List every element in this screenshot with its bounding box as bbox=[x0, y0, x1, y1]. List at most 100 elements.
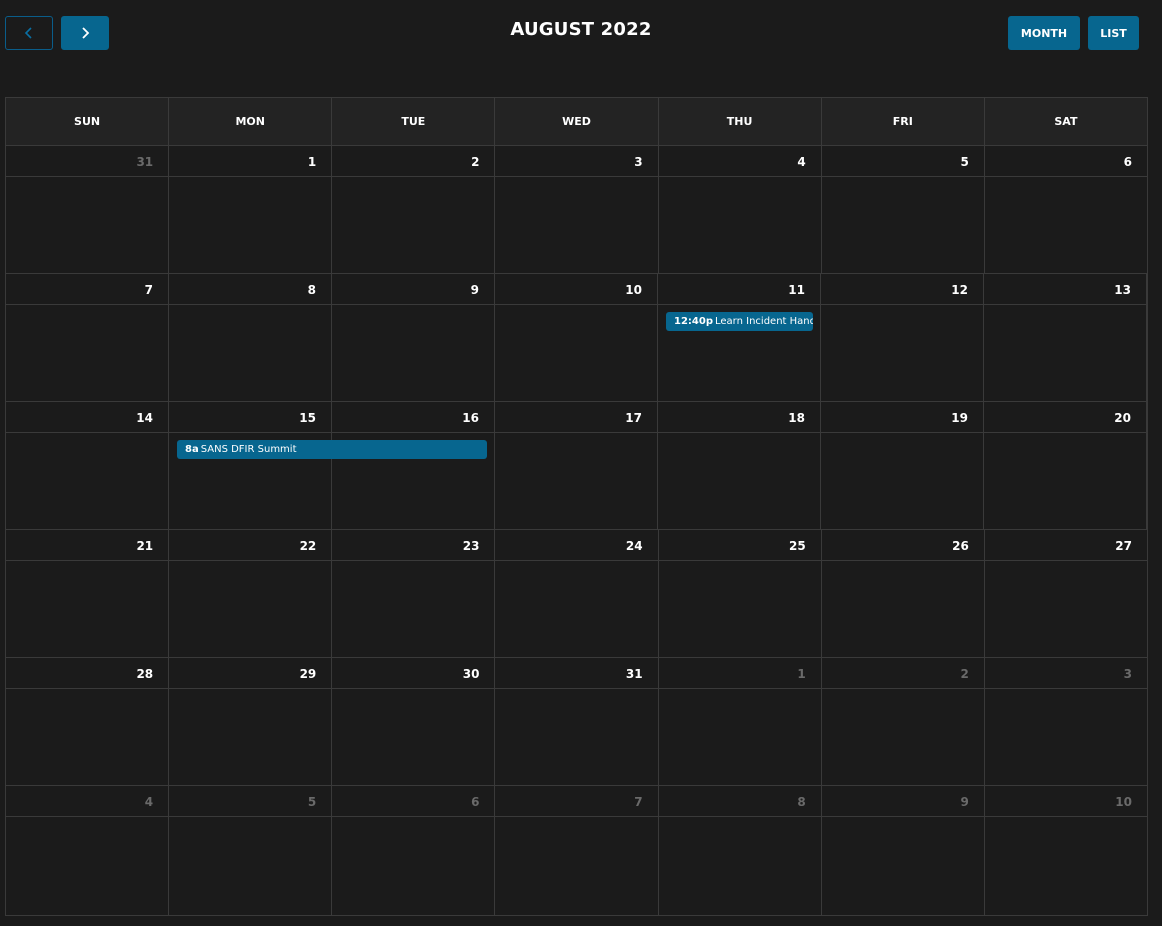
day-header: 29 bbox=[169, 658, 332, 689]
day-cell[interactable]: 21 bbox=[6, 530, 170, 657]
day-number[interactable]: 2 bbox=[960, 667, 968, 681]
day-number[interactable]: 31 bbox=[136, 155, 153, 169]
day-cell[interactable]: 19 bbox=[821, 402, 984, 529]
day-cell[interactable]: 26 bbox=[821, 530, 985, 657]
day-number[interactable]: 4 bbox=[145, 795, 153, 809]
day-cell[interactable]: 4 bbox=[6, 786, 170, 915]
day-number[interactable]: 6 bbox=[1124, 155, 1132, 169]
day-cell[interactable]: 7 bbox=[6, 274, 169, 401]
day-cell[interactable]: 29 bbox=[169, 658, 333, 785]
day-number[interactable]: 28 bbox=[136, 667, 153, 681]
day-number[interactable]: 9 bbox=[471, 283, 479, 297]
day-number[interactable]: 27 bbox=[1115, 539, 1132, 553]
day-header: 5 bbox=[821, 146, 984, 177]
day-cell[interactable]: 20 bbox=[984, 402, 1147, 529]
day-cell[interactable]: 5 bbox=[821, 146, 985, 273]
day-cell[interactable]: 5 bbox=[169, 786, 333, 915]
calendar-event[interactable]: 8a SANS DFIR Summit bbox=[177, 440, 487, 459]
day-number[interactable]: 1 bbox=[308, 155, 316, 169]
day-number[interactable]: 16 bbox=[462, 411, 479, 425]
day-cell[interactable]: 31 bbox=[495, 658, 659, 785]
day-cell[interactable]: 16 bbox=[332, 402, 495, 529]
day-cell[interactable]: 22 bbox=[169, 530, 333, 657]
day-number[interactable]: 10 bbox=[625, 283, 642, 297]
day-number[interactable]: 10 bbox=[1115, 795, 1132, 809]
day-cell[interactable]: 31 bbox=[6, 146, 170, 273]
day-cell[interactable]: 17 bbox=[495, 402, 658, 529]
day-cell[interactable]: 1 bbox=[658, 658, 822, 785]
week-row: 21 22 23 24 25 26 27 bbox=[6, 530, 1147, 658]
day-cell[interactable]: 15 bbox=[169, 402, 332, 529]
day-number[interactable]: 8 bbox=[797, 795, 805, 809]
day-cell[interactable]: 1 bbox=[169, 146, 333, 273]
day-cell[interactable]: 27 bbox=[984, 530, 1147, 657]
day-number[interactable]: 8 bbox=[308, 283, 316, 297]
day-header: 17 bbox=[495, 402, 657, 433]
day-number[interactable]: 5 bbox=[308, 795, 316, 809]
day-cell[interactable]: 6 bbox=[984, 146, 1147, 273]
list-view-button[interactable]: LIST bbox=[1088, 16, 1139, 50]
day-number[interactable]: 3 bbox=[1124, 667, 1132, 681]
day-cell[interactable]: 23 bbox=[332, 530, 496, 657]
day-number[interactable]: 17 bbox=[625, 411, 642, 425]
day-number[interactable]: 9 bbox=[960, 795, 968, 809]
day-number[interactable]: 23 bbox=[463, 539, 480, 553]
day-cell[interactable]: 12 bbox=[821, 274, 984, 401]
day-cell[interactable]: 8 bbox=[658, 786, 822, 915]
day-header: 10 bbox=[495, 274, 657, 305]
day-number[interactable]: 1 bbox=[797, 667, 805, 681]
day-cell[interactable]: 28 bbox=[6, 658, 170, 785]
day-cell[interactable]: 14 bbox=[6, 402, 169, 529]
day-number[interactable]: 29 bbox=[300, 667, 317, 681]
day-header: 1 bbox=[658, 658, 821, 689]
day-cell[interactable]: 7 bbox=[495, 786, 659, 915]
day-cell[interactable]: 10 bbox=[984, 786, 1147, 915]
day-number[interactable]: 2 bbox=[471, 155, 479, 169]
day-number[interactable]: 14 bbox=[136, 411, 153, 425]
day-cell[interactable]: 13 bbox=[984, 274, 1147, 401]
day-cell[interactable]: 25 bbox=[658, 530, 822, 657]
day-number[interactable]: 22 bbox=[300, 539, 317, 553]
day-number[interactable]: 7 bbox=[634, 795, 642, 809]
day-number[interactable]: 18 bbox=[788, 411, 805, 425]
day-number[interactable]: 26 bbox=[952, 539, 969, 553]
day-number[interactable]: 4 bbox=[797, 155, 805, 169]
day-number[interactable]: 3 bbox=[634, 155, 642, 169]
weekday-sun: SUN bbox=[6, 98, 170, 145]
day-number[interactable]: 31 bbox=[626, 667, 643, 681]
weekday-sat: SAT bbox=[1054, 115, 1078, 128]
day-number[interactable]: 7 bbox=[145, 283, 153, 297]
day-number[interactable]: 6 bbox=[471, 795, 479, 809]
day-number[interactable]: 5 bbox=[960, 155, 968, 169]
day-number[interactable]: 11 bbox=[788, 283, 805, 297]
day-cell[interactable]: 3 bbox=[984, 658, 1147, 785]
day-cell[interactable]: 2 bbox=[821, 658, 985, 785]
day-header: 18 bbox=[658, 402, 820, 433]
day-cell[interactable]: 24 bbox=[495, 530, 659, 657]
day-cell[interactable]: 3 bbox=[495, 146, 659, 273]
day-cell[interactable]: 8 bbox=[169, 274, 332, 401]
day-number[interactable]: 25 bbox=[789, 539, 806, 553]
day-number[interactable]: 15 bbox=[299, 411, 316, 425]
calendar-event[interactable]: 12:40pLearn Incident Handling bbox=[666, 312, 813, 331]
day-number[interactable]: 12 bbox=[951, 283, 968, 297]
day-cell[interactable]: 11 bbox=[658, 274, 821, 401]
day-cell[interactable]: 9 bbox=[332, 274, 495, 401]
day-header: 9 bbox=[821, 786, 984, 817]
calendar-title: AUGUST 2022 bbox=[510, 19, 652, 40]
day-number[interactable]: 13 bbox=[1114, 283, 1131, 297]
day-number[interactable]: 30 bbox=[463, 667, 480, 681]
week-row: 7 8 9 10 11 12 13 12:40pLearn Incident Handling bbox=[6, 274, 1147, 402]
day-cell[interactable]: 4 bbox=[658, 146, 822, 273]
day-cell[interactable]: 18 bbox=[658, 402, 821, 529]
day-cell[interactable]: 30 bbox=[332, 658, 496, 785]
day-cell[interactable]: 6 bbox=[332, 786, 496, 915]
day-cell[interactable]: 10 bbox=[495, 274, 658, 401]
day-cell[interactable]: 9 bbox=[821, 786, 985, 915]
day-number[interactable]: 21 bbox=[136, 539, 153, 553]
day-number[interactable]: 19 bbox=[951, 411, 968, 425]
month-view-button[interactable]: MONTH bbox=[1008, 16, 1080, 50]
day-number[interactable]: 20 bbox=[1114, 411, 1131, 425]
day-cell[interactable]: 2 bbox=[332, 146, 496, 273]
day-number[interactable]: 24 bbox=[626, 539, 643, 553]
